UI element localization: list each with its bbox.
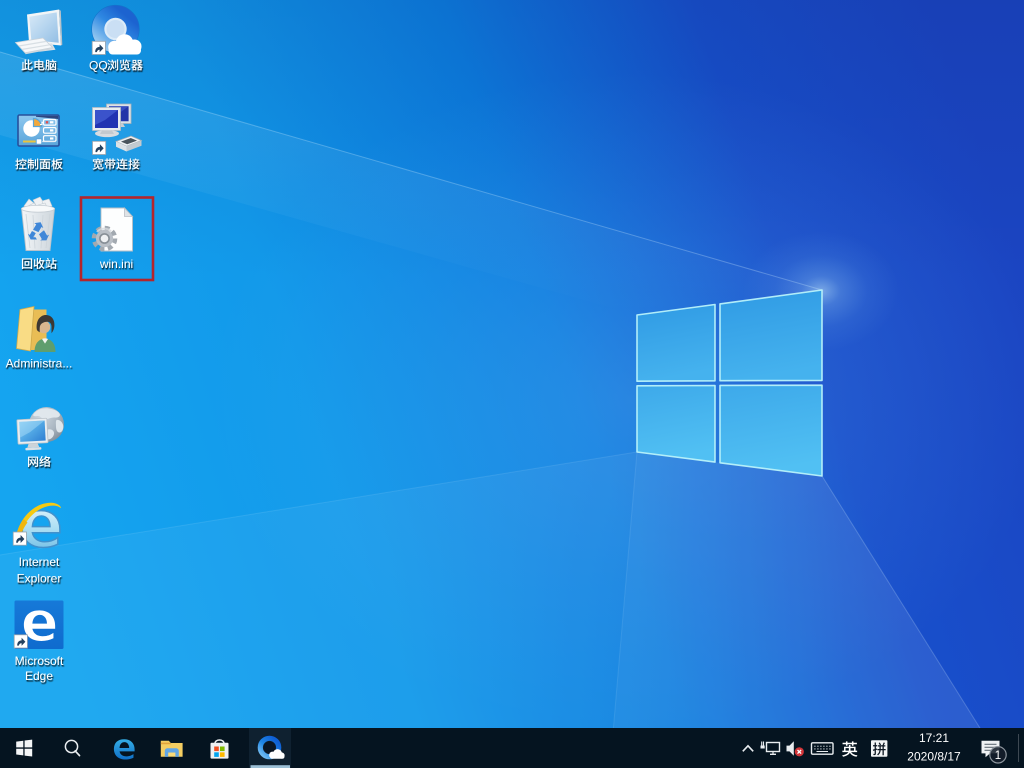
svg-text:Administra...: Administra...: [6, 357, 73, 371]
svg-text:QQ: QQ: [89, 59, 108, 73]
svg-text:17:21: 17:21: [919, 731, 949, 745]
svg-text:Explorer: Explorer: [17, 572, 62, 586]
svg-text:Internet: Internet: [19, 555, 60, 569]
svg-text:win.ini: win.ini: [99, 257, 133, 271]
svg-text:2020/8/17: 2020/8/17: [907, 750, 961, 764]
svg-text:Microsoft: Microsoft: [15, 654, 64, 668]
svg-text:Edge: Edge: [25, 669, 53, 683]
svg-text:1: 1: [995, 750, 1001, 762]
